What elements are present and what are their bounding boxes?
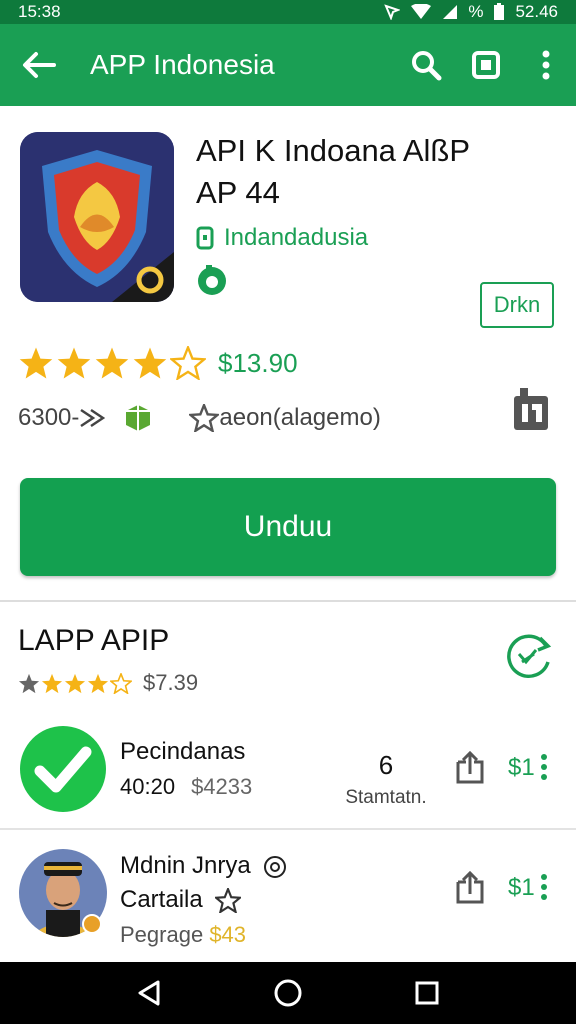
section-header: LAPP APIP $7.39	[0, 602, 576, 712]
app-bar: APP Indonesia	[0, 24, 576, 106]
list-item[interactable]: Mdnin Jnrya Cartaila Pegrage $43 $1	[0, 834, 576, 958]
list-item-sub-text: Pegrage	[120, 922, 204, 947]
app-logo-icon[interactable]	[20, 132, 174, 302]
square-recents-icon	[415, 981, 439, 1005]
meta-text: aeon(alagemo)	[219, 404, 381, 431]
nav-home-button[interactable]	[258, 963, 318, 1023]
star-outline-icon	[213, 886, 244, 915]
wifi-icon	[411, 4, 432, 19]
app-rating: $13.90	[18, 346, 298, 380]
star-full-icon	[64, 673, 86, 693]
square-button[interactable]	[456, 24, 516, 106]
circle-home-icon	[274, 979, 302, 1007]
list-item-sub-highlight: $43	[209, 922, 247, 947]
more-vert-icon	[541, 754, 547, 780]
search-icon	[412, 51, 442, 81]
count-number: 6	[378, 750, 394, 780]
list-item-count: 6 Stamtatn.	[336, 750, 436, 809]
list-item-name: Mdnin Jnrya	[120, 852, 287, 880]
editors-choice-icon	[196, 264, 228, 301]
list-item-more-button[interactable]	[540, 754, 548, 785]
nav-back-button[interactable]	[119, 963, 179, 1023]
list-item-price: $1	[508, 754, 535, 781]
list-item-price: $1	[508, 874, 535, 901]
list-item-price-muted: $4233	[191, 774, 253, 799]
list-item-sub: 40:20 $4233	[120, 774, 252, 800]
share-outline-icon	[456, 870, 484, 904]
list-item-name: Pecindanas	[120, 738, 246, 765]
star-full-icon	[95, 347, 129, 379]
avatar-icon	[18, 848, 108, 938]
overflow-menu-button[interactable]	[516, 24, 576, 106]
app-meta-row: 6300- aeon(alagemo)	[18, 398, 558, 438]
arrow-left-icon	[23, 52, 56, 78]
section-title: LAPP APIP	[18, 624, 170, 657]
location-icon	[384, 4, 401, 20]
phone-icon	[196, 226, 214, 250]
section-rating: $7.39	[18, 670, 198, 696]
status-bar: 15:38 % 52.46	[0, 0, 576, 24]
star-outline-icon	[189, 404, 220, 432]
check-circle-icon	[18, 724, 108, 814]
list-item-name-2: Cartaila	[120, 886, 244, 915]
more-vert-icon	[542, 50, 550, 80]
battery-icon	[494, 3, 505, 20]
star-full-icon	[57, 347, 91, 379]
list-item-more-button[interactable]	[540, 874, 548, 905]
star-gray-icon	[18, 673, 40, 693]
star-outline-icon	[110, 672, 132, 694]
app-title: API K Indoana AlßP AP 44	[196, 130, 556, 214]
app-title-line1: API K Indoana AlßP	[196, 133, 471, 168]
battery-percent: %	[468, 2, 484, 21]
system-nav-bar	[0, 962, 576, 1024]
forward-arrow-icon	[80, 408, 106, 428]
back-button[interactable]	[0, 24, 78, 106]
list-item-name-line2: Cartaila	[120, 886, 203, 913]
refresh-button[interactable]	[502, 632, 554, 685]
star-full-icon	[19, 347, 53, 379]
more-vert-icon	[541, 874, 547, 900]
app-header-card: API K Indoana AlßP AP 44 Indandadusia Dr…	[0, 106, 576, 600]
signal-icon	[443, 5, 458, 19]
status-clock: 52.46	[515, 2, 558, 21]
section-price: $7.39	[143, 670, 199, 695]
install-button[interactable]: Unduu	[20, 478, 556, 576]
list-item-time: 40:20	[120, 774, 176, 799]
meta-size: 6300-	[18, 404, 80, 431]
list-divider	[0, 828, 576, 830]
developer-name: Indandadusia	[224, 224, 369, 251]
gift-icon	[126, 405, 151, 431]
list-item-share-button[interactable]	[454, 870, 486, 909]
square-icon	[472, 51, 500, 79]
status-time: 15:38	[18, 2, 61, 21]
list-item-name-line1: Mdnin Jnrya	[120, 852, 251, 879]
developer-link[interactable]: Indandadusia	[196, 224, 368, 252]
star-full-icon	[133, 347, 167, 379]
count-label: Stamtatn.	[345, 787, 427, 808]
details-button[interactable]: Drkn	[480, 282, 554, 328]
refresh-icon	[507, 634, 552, 679]
at-icon	[264, 855, 287, 878]
share-button[interactable]	[512, 386, 550, 437]
triangle-back-icon	[138, 980, 160, 1006]
status-icons: % 52.46	[384, 2, 558, 22]
search-button[interactable]	[396, 24, 456, 106]
app-title-line2: AP 44	[196, 175, 280, 210]
star-outline-icon	[170, 346, 206, 380]
list-item[interactable]: Pecindanas 40:20 $4233 6 Stamtatn. $1	[0, 712, 576, 832]
star-full-icon	[41, 673, 63, 693]
list-item-share-button[interactable]	[454, 750, 486, 789]
rating-value: $13.90	[218, 347, 298, 378]
nav-recents-button[interactable]	[397, 963, 457, 1023]
app-bar-title: APP Indonesia	[90, 49, 275, 80]
share-box-icon	[514, 388, 548, 430]
star-full-icon	[87, 673, 109, 693]
list-item-sub: Pegrage $43	[120, 922, 246, 948]
share-outline-icon	[456, 750, 484, 784]
